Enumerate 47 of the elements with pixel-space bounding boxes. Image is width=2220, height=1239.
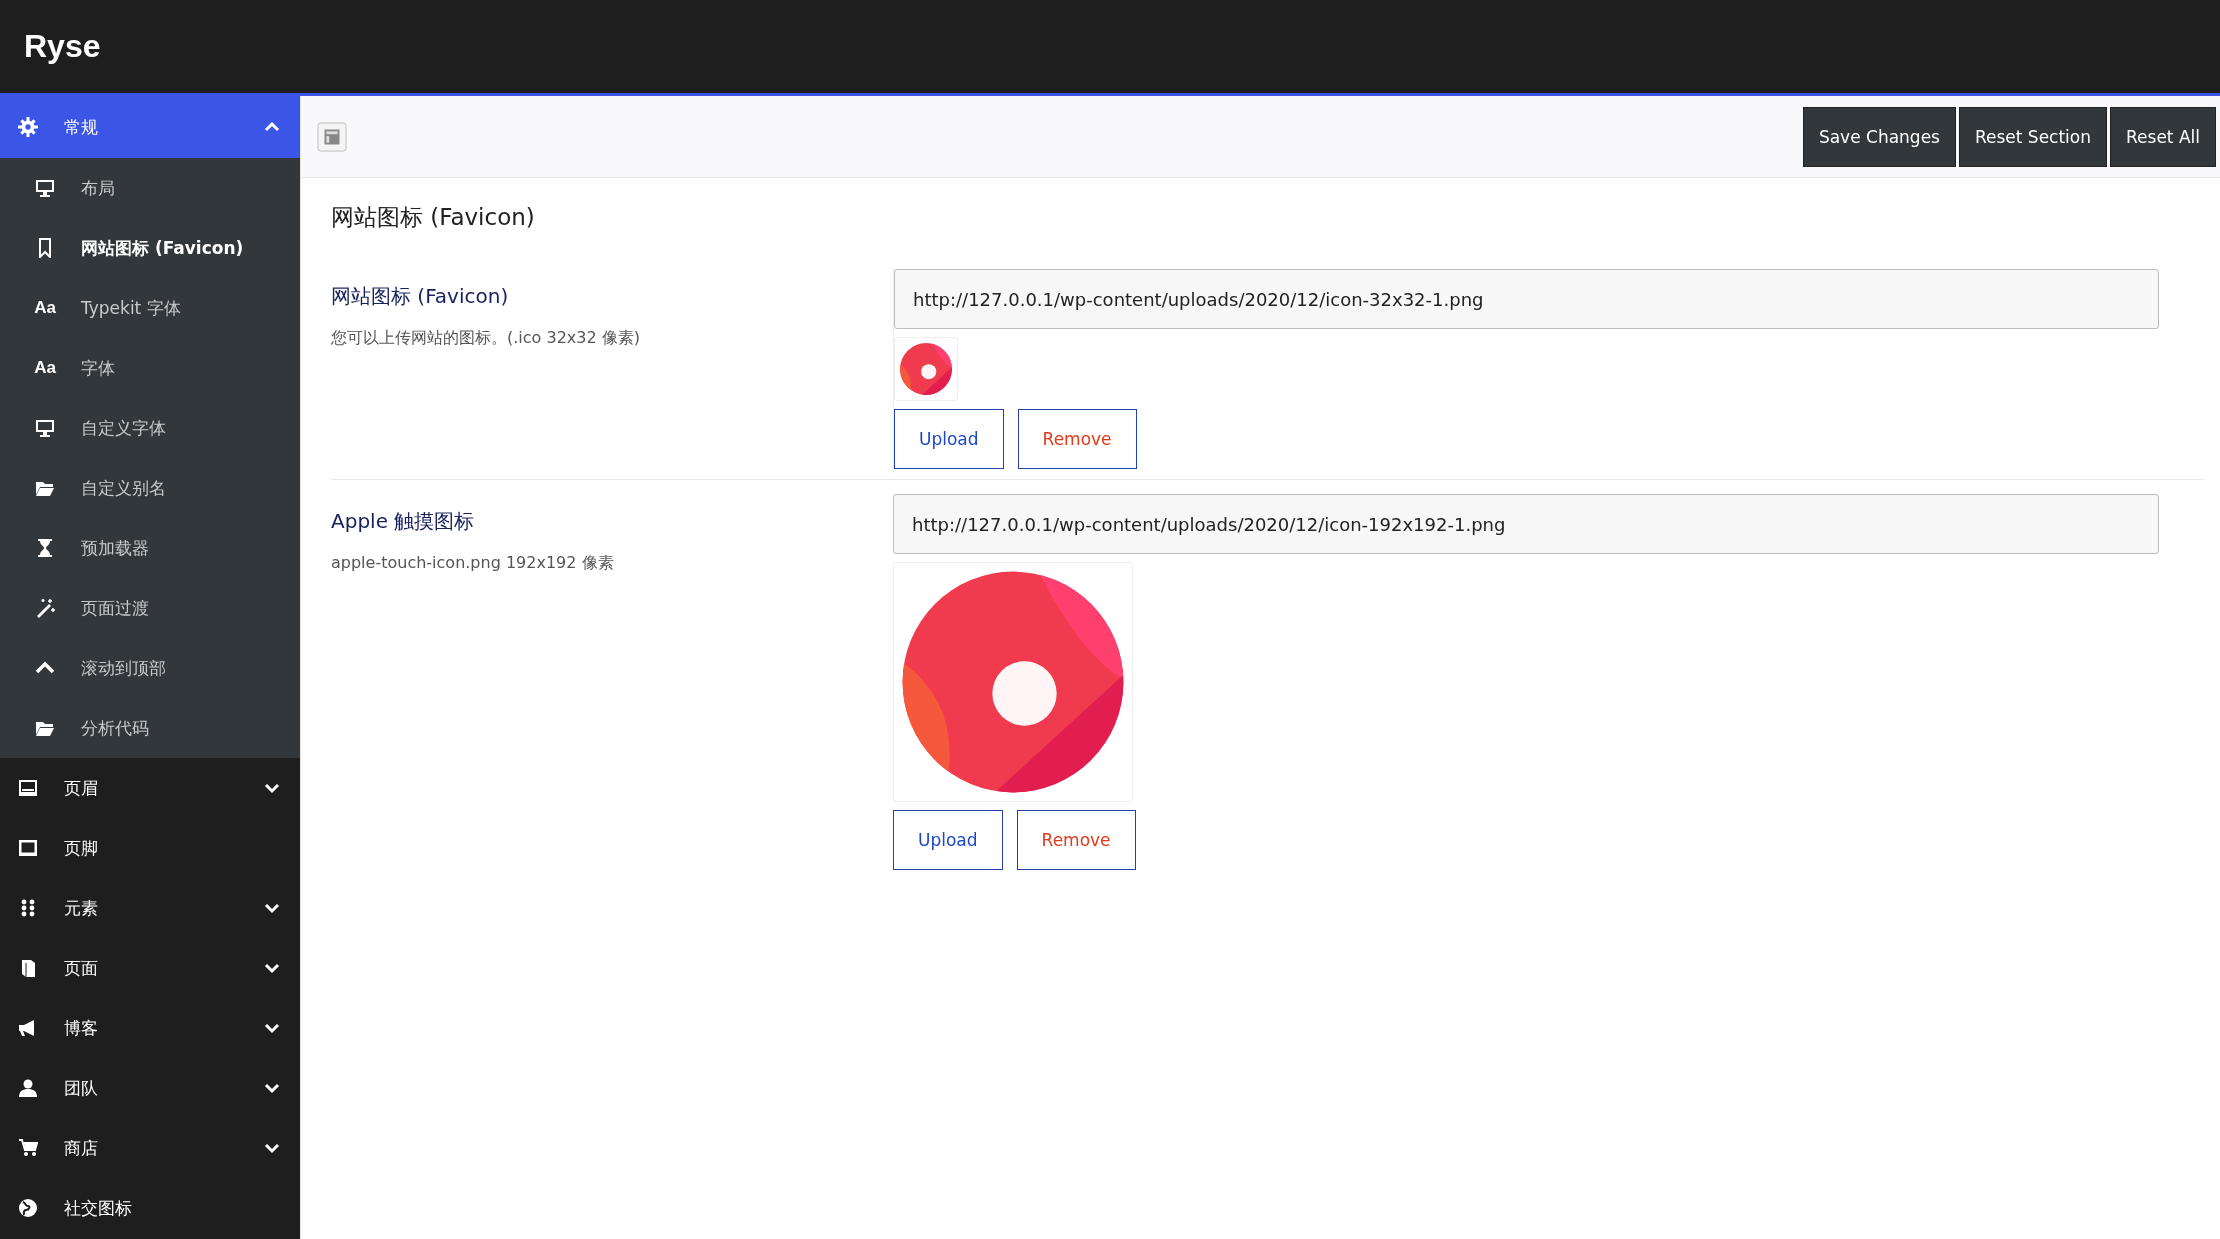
toolbar-button[interactable]: Save Changes [1802,106,1956,167]
upload-button[interactable]: Upload [893,810,1003,870]
remove-button[interactable]: Remove [1016,810,1136,870]
sidebar-item[interactable]: 社交图标 [0,1178,300,1238]
upload-button[interactable]: Upload [894,409,1004,469]
gear-icon [18,117,38,137]
field-label: Apple 触摸图标 [331,508,476,535]
submenu-item[interactable]: Aa Typekit 字体 [0,278,300,338]
sidebar-item[interactable]: 常规 [0,96,300,158]
submenu-item[interactable]: 滚动到顶部 [0,638,300,698]
url-field[interactable]: http://127.0.0.1/wp-content/uploads/2020/12/icon-32x32-1.png [894,269,2159,329]
submenu-item[interactable]: 页面过渡 [0,578,300,638]
app-title: Ryse [24,28,101,65]
field-label: 网站图标 (Favicon) [331,283,510,310]
font-icon: Aa [35,358,55,378]
toolbar-button[interactable]: Reset All [2110,106,2216,167]
person-icon [18,1078,38,1098]
submenu-item[interactable]: 预加载器 [0,518,300,578]
sidebar-item[interactable]: 页脚 [0,818,300,878]
submenu-item[interactable]: 网站图标 (Favicon) [0,218,300,278]
submenu-item[interactable]: 分析代码 [0,698,300,758]
monitor-icon [35,178,55,198]
globe-icon [18,1198,38,1218]
header-layout-icon [18,778,38,798]
section-title: 网站图标 (Favicon) [331,203,536,232]
toolbar-button[interactable]: Reset Section [1958,106,2108,167]
sidebar-item[interactable]: 元素 [0,878,300,938]
magic-wand-icon [35,598,55,618]
sidebar-item[interactable]: 页面 [0,938,300,998]
submenu-item[interactable]: Aa 字体 [0,338,300,398]
hourglass-icon [35,538,55,558]
remove-button[interactable]: Remove [1017,409,1137,469]
submenu-item[interactable]: 自定义字体 [0,398,300,458]
cart-icon [18,1138,38,1158]
monitor-icon [35,418,55,438]
url-field[interactable]: http://127.0.0.1/wp-content/uploads/2020/12/icon-192x192-1.png [893,494,2159,554]
sidebar-item[interactable]: 商店 [0,1118,300,1178]
submenu-item[interactable]: 布局 [0,158,300,218]
sidebar-item[interactable]: 团队 [0,1058,300,1118]
field-description: apple-touch-icon.png 192x192 像素 [331,553,615,574]
window-icon [18,838,38,858]
sidebar-item[interactable]: 博客 [0,998,300,1058]
field-description: 您可以上传网站的图标。(.ico 32x32 像素) [331,328,641,349]
submenu-item[interactable]: 自定义别名 [0,458,300,518]
font-icon: Aa [35,298,55,318]
sidebar-item[interactable]: 页眉 [0,758,300,818]
layout-icon[interactable] [317,121,347,152]
